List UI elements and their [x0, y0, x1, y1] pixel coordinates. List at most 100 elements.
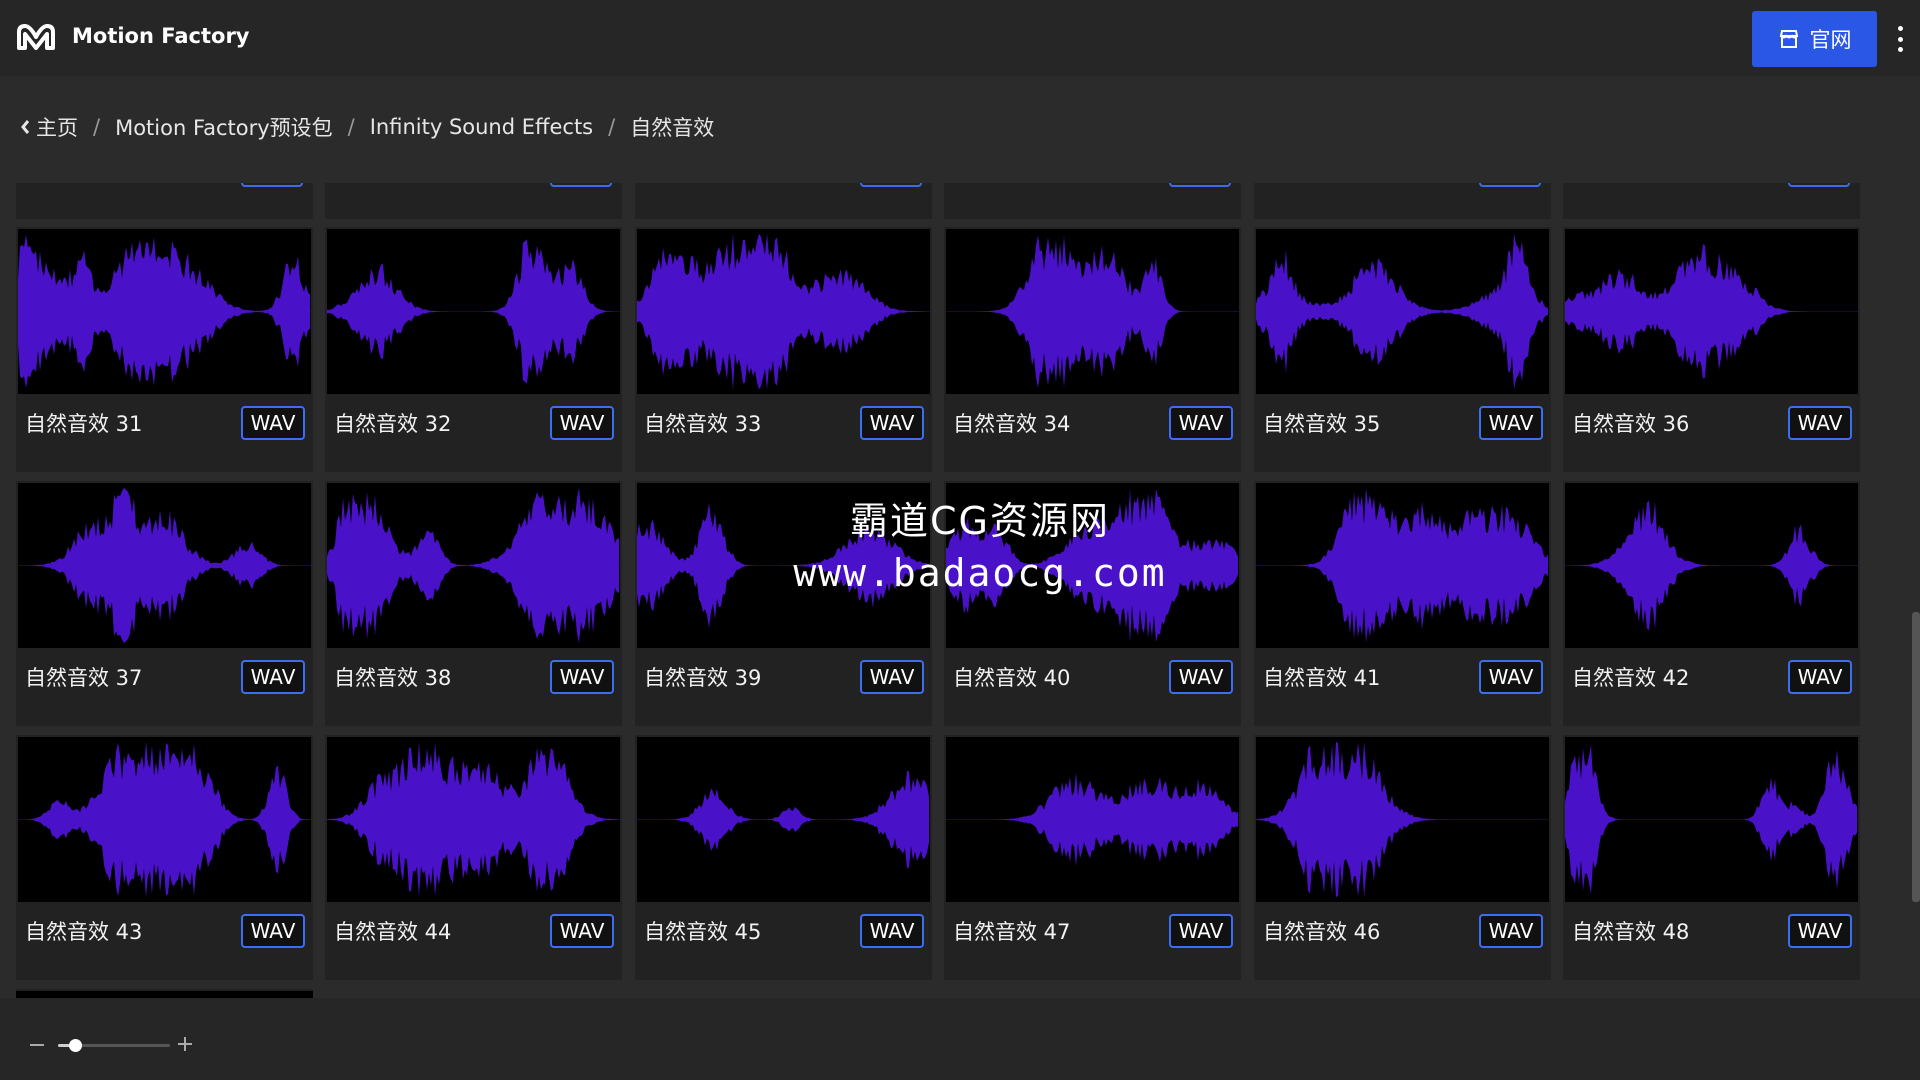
format-badge-partial — [1479, 183, 1541, 187]
breadcrumb-preset-packs[interactable]: Motion Factory预设包 — [115, 112, 333, 142]
breadcrumb-separator: / — [93, 115, 101, 139]
asset-card[interactable]: 自然音效 34 WAV — [944, 227, 1241, 472]
asset-title: 自然音效 34 — [953, 412, 1071, 436]
format-badge: WAV — [241, 914, 305, 948]
asset-card[interactable]: 自然音效 40 WAV — [944, 481, 1241, 726]
waveform-thumbnail — [1565, 737, 1858, 902]
asset-card[interactable]: 自然音效 46 WAV — [1254, 735, 1551, 980]
chevron-left-icon[interactable] — [20, 119, 30, 135]
asset-title: 自然音效 35 — [1263, 412, 1381, 436]
asset-card[interactable]: 自然音效 38 WAV — [325, 481, 622, 726]
format-badge: WAV — [1169, 406, 1233, 440]
zoom-slider-thumb[interactable] — [68, 1039, 82, 1052]
format-badge: WAV — [550, 914, 614, 948]
asset-title: 自然音效 43 — [25, 920, 143, 944]
format-badge: WAV — [550, 406, 614, 440]
asset-card[interactable]: 自然音效 32 WAV — [325, 227, 622, 472]
asset-card-partial[interactable] — [16, 989, 313, 998]
asset-card[interactable]: 自然音效 31 WAV — [16, 227, 313, 472]
breadcrumb-infinity-sound-effects[interactable]: Infinity Sound Effects — [370, 115, 593, 139]
waveform-thumbnail — [1256, 737, 1549, 902]
asset-title: 自然音效 32 — [334, 412, 452, 436]
official-site-label: 官网 — [1809, 28, 1852, 52]
waveform-thumbnail — [1565, 483, 1858, 648]
asset-title: 自然音效 44 — [334, 920, 452, 944]
format-badge: WAV — [1479, 660, 1543, 694]
asset-title: 自然音效 40 — [953, 666, 1071, 690]
format-badge: WAV — [1479, 406, 1543, 440]
format-badge: WAV — [860, 914, 924, 948]
asset-card-partial[interactable] — [1254, 183, 1551, 219]
vertical-ellipsis-icon — [1897, 26, 1903, 31]
format-badge: WAV — [1788, 406, 1852, 440]
ellipsis-dot — [1897, 47, 1903, 52]
format-badge: WAV — [241, 660, 305, 694]
breadcrumb: 主页 / Motion Factory预设包 / Infinity Sound … — [20, 112, 714, 142]
asset-title: 自然音效 45 — [644, 920, 762, 944]
format-badge: WAV — [1788, 660, 1852, 694]
waveform-thumbnail — [327, 483, 620, 648]
asset-card-partial[interactable] — [635, 183, 932, 219]
asset-card[interactable]: 自然音效 41 WAV — [1254, 481, 1551, 726]
asset-title: 自然音效 46 — [1263, 920, 1381, 944]
asset-title: 自然音效 41 — [1263, 666, 1381, 690]
asset-title: 自然音效 42 — [1572, 666, 1690, 690]
asset-card-partial[interactable] — [16, 183, 313, 219]
asset-card[interactable]: 自然音效 42 WAV — [1563, 481, 1860, 726]
format-badge: WAV — [860, 660, 924, 694]
format-badge-partial — [241, 183, 303, 187]
asset-card[interactable]: 自然音效 44 WAV — [325, 735, 622, 980]
waveform-thumbnail — [1256, 229, 1549, 394]
asset-title: 自然音效 37 — [25, 666, 143, 690]
waveform-thumbnail — [327, 229, 620, 394]
format-badge: WAV — [1788, 914, 1852, 948]
asset-card-partial[interactable] — [944, 183, 1241, 219]
bottom-bar — [0, 998, 1920, 1080]
asset-card[interactable]: 自然音效 35 WAV — [1254, 227, 1551, 472]
asset-card[interactable]: 自然音效 39 WAV — [635, 481, 932, 726]
scrollbar-thumb[interactable] — [1912, 612, 1920, 902]
breadcrumb-home[interactable]: 主页 — [36, 112, 78, 142]
waveform-thumbnail — [18, 229, 311, 394]
breadcrumb-separator: / — [608, 115, 616, 139]
waveform-thumbnail — [637, 483, 930, 648]
asset-card[interactable]: 自然音效 45 WAV — [635, 735, 932, 980]
asset-card[interactable]: 自然音效 36 WAV — [1563, 227, 1860, 472]
asset-title: 自然音效 36 — [1572, 412, 1690, 436]
more-menu-button[interactable] — [1890, 26, 1910, 52]
asset-card[interactable]: 自然音效 33 WAV — [635, 227, 932, 472]
asset-grid: 自然音效 31 WAV 自然音效 32 WAV 自然音效 33 WAV 自然音效 34 WAV… — [0, 183, 1920, 998]
app-title: Motion Factory — [72, 24, 250, 48]
asset-card[interactable]: 自然音效 48 WAV — [1563, 735, 1860, 980]
asset-card-partial[interactable] — [1563, 183, 1860, 219]
format-badge: WAV — [1479, 914, 1543, 948]
format-badge: WAV — [1169, 914, 1233, 948]
waveform-thumbnail — [946, 483, 1239, 648]
mf-logo-icon[interactable] — [16, 22, 56, 52]
waveform-thumbnail — [637, 229, 930, 394]
waveform-thumbnail — [637, 737, 930, 902]
asset-title: 自然音效 33 — [644, 412, 762, 436]
waveform-thumbnail — [18, 737, 311, 902]
format-badge: WAV — [860, 406, 924, 440]
store-icon — [1779, 30, 1798, 48]
breadcrumb-separator: / — [347, 115, 355, 139]
format-badge-partial — [550, 183, 612, 187]
asset-card-partial[interactable] — [325, 183, 622, 219]
format-badge: WAV — [241, 406, 305, 440]
format-badge-partial — [1169, 183, 1231, 187]
format-badge-partial — [860, 183, 922, 187]
top-bar: Motion Factory 官网 — [0, 0, 1920, 76]
ellipsis-dot — [1897, 36, 1903, 42]
plus-icon[interactable] — [178, 1037, 192, 1051]
official-site-button[interactable]: 官网 — [1752, 11, 1877, 67]
asset-card[interactable]: 自然音效 37 WAV — [16, 481, 313, 726]
waveform-thumbnail — [1565, 229, 1858, 394]
asset-card[interactable]: 自然音效 47 WAV — [944, 735, 1241, 980]
asset-title: 自然音效 39 — [644, 666, 762, 690]
asset-card[interactable]: 自然音效 43 WAV — [16, 735, 313, 980]
minus-icon[interactable] — [30, 1044, 44, 1046]
asset-title: 自然音效 48 — [1572, 920, 1690, 944]
asset-title: 自然音效 47 — [953, 920, 1071, 944]
waveform-thumbnail — [946, 737, 1239, 902]
